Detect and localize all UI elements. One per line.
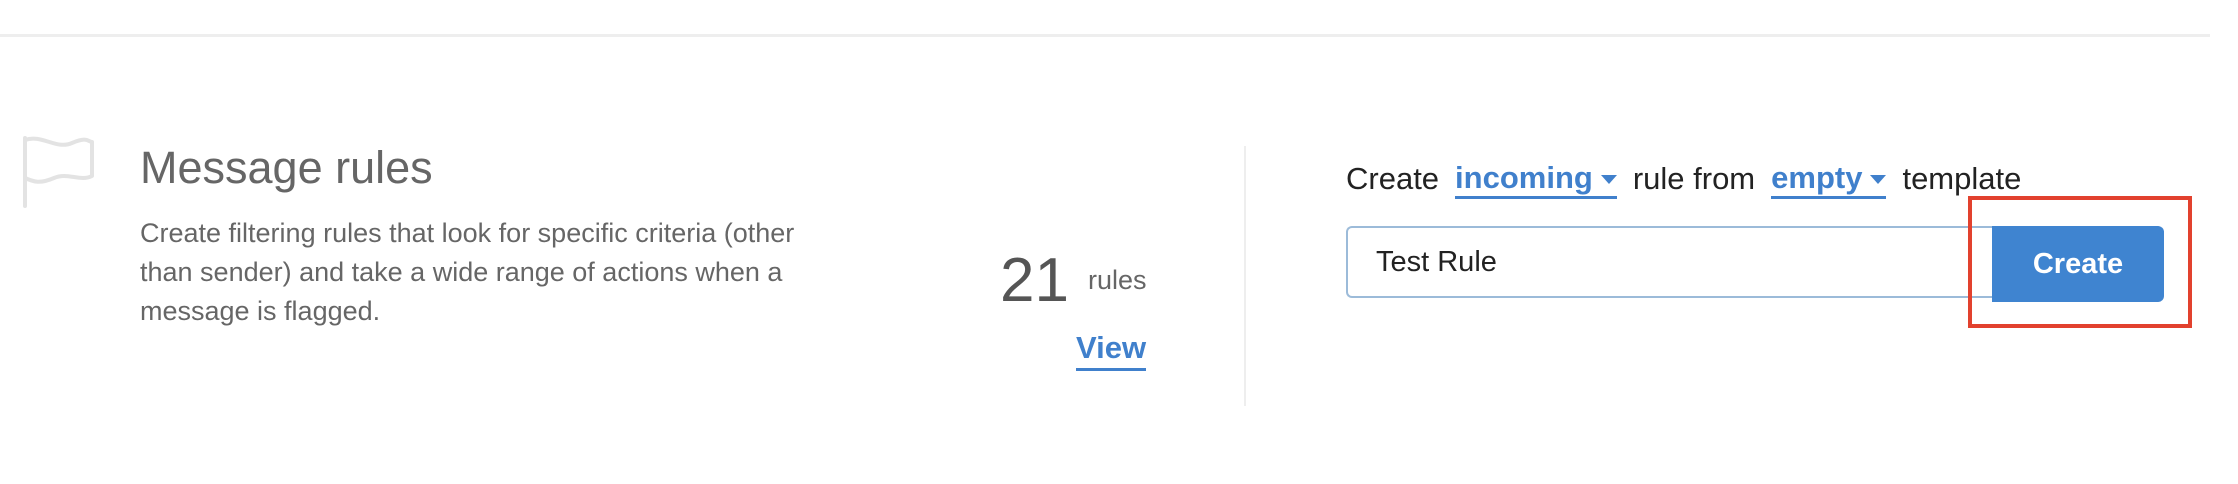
chevron-down-icon bbox=[1600, 175, 1617, 184]
vertical-divider bbox=[1244, 146, 1246, 406]
rule-name-input[interactable] bbox=[1346, 226, 1994, 298]
template-suffix-text: template bbox=[1902, 161, 2022, 196]
template-dropdown[interactable]: empty bbox=[1771, 159, 1887, 199]
chevron-down-icon bbox=[1870, 175, 1887, 184]
rules-count: 21 bbox=[1000, 246, 1069, 315]
section-title: Message rules bbox=[140, 142, 433, 193]
top-divider bbox=[0, 34, 2210, 37]
view-rules-link[interactable]: View bbox=[1076, 328, 1147, 371]
rules-count-unit: rules bbox=[1088, 265, 1147, 295]
create-button[interactable]: Create bbox=[1992, 226, 2164, 302]
flag-icon bbox=[23, 136, 94, 208]
template-value: empty bbox=[1771, 159, 1863, 195]
rule-type-dropdown[interactable]: incoming bbox=[1455, 160, 1617, 199]
create-prefix-text: Create bbox=[1346, 161, 1440, 196]
section-description: Create filtering rules that look for spe… bbox=[140, 218, 795, 326]
rule-type-value: incoming bbox=[1455, 159, 1593, 195]
rule-from-text: rule from bbox=[1632, 161, 1756, 196]
create-rule-sentence: Create incoming rule from empty template bbox=[1346, 158, 2021, 200]
